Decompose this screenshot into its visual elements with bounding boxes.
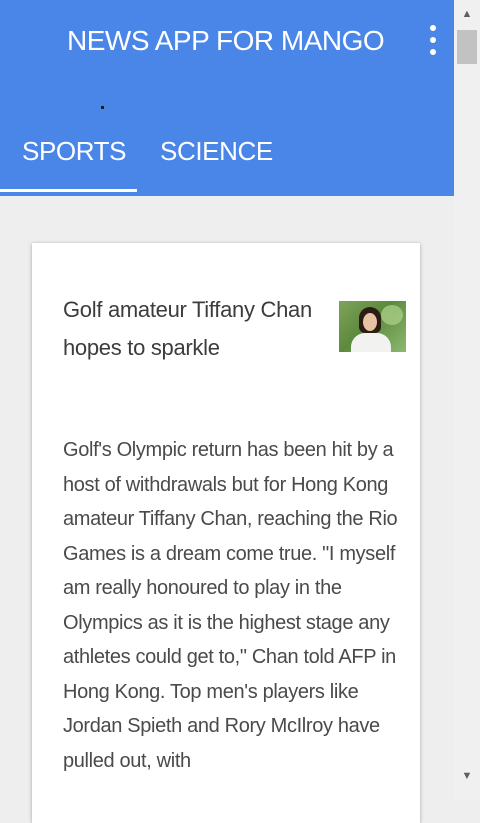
thumbnail-shirt [351,333,391,352]
thumbnail-face [363,313,377,331]
scrollbar-thumb[interactable] [457,30,477,64]
thumbnail-foliage [381,305,403,325]
menu-dot [430,49,436,55]
tab-science[interactable]: SCIENCE [160,136,273,167]
menu-dot [430,25,436,31]
scroll-up-arrow-icon[interactable]: ▲ [454,2,480,26]
tab-sports[interactable]: SPORTS [22,136,126,167]
app-bar: NEWS APP FOR MANGO SPORTS SCIENCE [0,0,454,196]
article-headline[interactable]: Golf amateur Tiffany Chan hopes to spark… [63,291,313,367]
app-title: NEWS APP FOR MANGO [67,25,385,56]
dot-mark [101,106,104,109]
menu-dot [430,37,436,43]
scrollbar[interactable]: ▲ ▼ [454,0,480,800]
article-card[interactable]: Golf amateur Tiffany Chan hopes to spark… [32,243,420,823]
article-thumbnail[interactable] [339,301,406,352]
tab-indicator [0,189,137,192]
scroll-down-arrow-icon[interactable]: ▼ [454,764,480,788]
overflow-menu-icon[interactable] [422,24,444,56]
article-body: Golf's Olympic return has been hit by a … [63,439,398,772]
